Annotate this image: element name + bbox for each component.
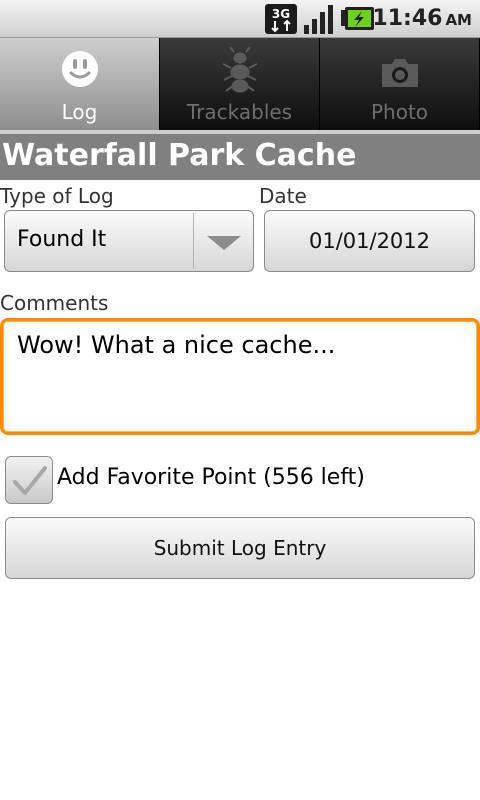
date-picker-button[interactable]: 01/01/2012 (264, 210, 475, 272)
clock-ampm: AM (445, 11, 472, 29)
favorite-point-label: Add Favorite Point (556 left) (57, 465, 365, 490)
clock: 11:46 AM (372, 4, 472, 34)
tab-trackables[interactable]: Trackables (160, 38, 320, 130)
network-3g-icon: 3G (265, 4, 297, 34)
travel-bug-icon (222, 46, 257, 93)
battery-charging-icon (341, 7, 374, 30)
log-type-dropdown[interactable]: Found It (4, 210, 254, 272)
comments-input[interactable]: Wow! What a nice cache... (0, 318, 480, 435)
signal-strength-icon (304, 5, 333, 34)
submit-log-button[interactable]: Submit Log Entry (5, 517, 475, 579)
cache-title: Waterfall Park Cache (2, 138, 357, 173)
favorite-point-checkbox[interactable] (5, 456, 53, 504)
tab-photo[interactable]: Photo (320, 38, 480, 130)
title-bar: Waterfall Park Cache (0, 134, 480, 180)
dropdown-divider (193, 213, 194, 269)
smiley-icon (61, 51, 98, 87)
tab-log-label: Log (61, 100, 98, 124)
comments-label: Comments (0, 291, 109, 315)
date-label: Date (259, 184, 307, 208)
tab-bar: Log Trackables Photo (0, 38, 480, 130)
clock-time: 11:46 (372, 6, 443, 31)
tab-trackables-label: Trackables (186, 100, 293, 124)
camera-icon (381, 59, 418, 87)
status-bar: 3G 11:46 AM (0, 0, 480, 38)
log-type-value: Found It (17, 227, 107, 252)
checkmark-icon (13, 466, 47, 495)
type-of-log-label: Type of Log (0, 184, 114, 208)
chevron-down-icon (207, 236, 241, 250)
tab-photo-label: Photo (370, 100, 429, 124)
svg-text:3G: 3G (272, 7, 290, 21)
tab-log[interactable]: Log (0, 38, 160, 130)
